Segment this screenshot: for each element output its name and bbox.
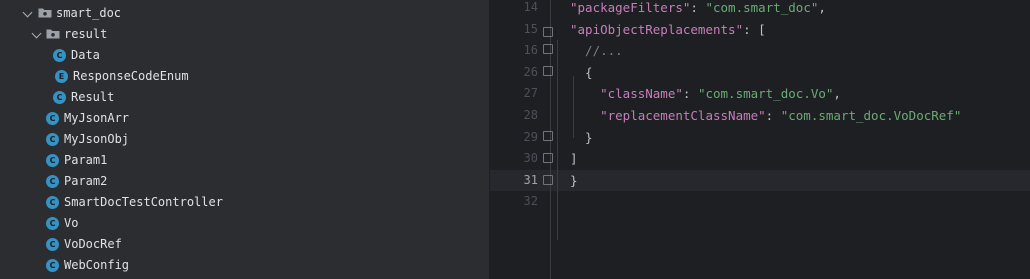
class-icon: C [53,91,66,104]
code-token: "packageFilters" [570,0,691,15]
tree-item-vodocref[interactable]: C VoDocRef [0,234,489,255]
tree-item-smart_doc[interactable]: smart_doc [0,3,489,24]
code-line[interactable]: } [570,170,578,191]
tree-item-label: Result [71,90,115,104]
line-number: 15 [523,22,538,36]
code-token: "com.smart_doc" [705,0,819,15]
fold-marker-icon[interactable] [543,175,553,185]
line-number: 14 [523,0,538,14]
tree-item-responsecodeenum[interactable]: E ResponseCodeEnum [0,66,489,87]
fold-marker-icon[interactable] [543,153,553,163]
code-token: "apiObjectReplacements" [570,22,744,37]
class-icon: C [46,238,59,251]
class-icon: C [46,217,59,230]
tree-item-label: ResponseCodeEnum [73,69,189,83]
code-token: , [818,0,826,15]
class-icon: C [46,112,59,125]
enum-icon: E [55,70,68,83]
code-line[interactable]: "replacementClassName": "com.smart_doc.V… [570,105,961,126]
line-number: 26 [523,65,538,79]
package-folder-icon [46,29,60,39]
indent-guide [573,76,574,138]
tree-item-label: Param2 [64,174,108,188]
fold-marker-icon[interactable] [543,44,553,54]
fold-marker-icon[interactable] [543,131,553,141]
code-token: } [570,173,578,188]
code-line[interactable]: "apiObjectReplacements": [ [570,19,766,40]
class-icon: C [46,259,59,272]
class-icon: C [46,133,59,146]
code-line[interactable]: //... [570,40,623,61]
line-number: 32 [523,194,538,208]
tree-item-label: Param1 [64,153,108,167]
tree-item-vo[interactable]: C Vo [0,213,489,234]
code-line[interactable]: ] [570,148,578,169]
indent-guide [557,40,558,240]
code-token: "className" [570,86,683,101]
line-number: 27 [523,86,538,100]
code-token: "com.smart_doc.VoDocRef" [780,108,962,123]
tree-item-label: MyJsonArr [64,111,130,125]
tree-item-label: Data [71,48,100,62]
fold-marker-icon[interactable] [543,66,553,76]
tree-item-data[interactable]: C Data [0,45,489,66]
project-tool-window: smart_doc result C Data E ResponseCodeEnum C Re… [0,0,489,279]
chevron-down-icon[interactable] [22,7,33,18]
code-line[interactable]: "className": "com.smart_doc.Vo", [570,83,841,104]
tree-item-webconfig[interactable]: C WebConfig [0,255,489,276]
line-number: 28 [523,108,538,122]
tree-item-label: SmartDocTestController [64,195,223,209]
class-icon: C [46,196,59,209]
ide-window: smart_doc result C Data E ResponseCodeEnum C Re… [0,0,1030,279]
tree-item-label: result [64,27,108,41]
tree-item-param2[interactable]: C Param2 [0,171,489,192]
code-token: : [690,0,706,15]
tree-item-smartdoctestcontroller[interactable]: C SmartDocTestController [0,192,489,213]
class-icon: C [46,154,59,167]
code-token: : [ [743,22,766,37]
fold-marker-icon[interactable] [543,27,553,37]
line-number: 29 [523,130,538,144]
code-line[interactable]: "packageFilters": "com.smart_doc", [570,0,826,18]
tree-item-label: VoDocRef [64,237,122,251]
code-token: : [765,108,781,123]
tree-item-label: smart_doc [56,6,122,20]
code-token: : [682,86,698,101]
tree-item-label: WebConfig [64,258,130,272]
code-token: ] [570,151,578,166]
code-token: "com.smart_doc.Vo" [697,86,834,101]
tree-item-label: Vo [64,216,79,230]
tree-item-myjsonarr[interactable]: C MyJsonArr [0,108,489,129]
class-icon: C [53,49,66,62]
line-number: 16 [523,43,538,57]
tree-item-myjsonobj[interactable]: C MyJsonObj [0,129,489,150]
line-number: 31 [523,173,538,187]
tree-item-param1[interactable]: C Param1 [0,150,489,171]
line-number: 30 [523,151,538,165]
tree-item-label: MyJsonObj [64,132,130,146]
code-token: , [833,86,841,101]
tree-item-result[interactable]: C Result [0,87,489,108]
code-token: //... [570,43,623,58]
tree-item-result[interactable]: result [0,24,489,45]
class-icon: C [46,175,59,188]
package-folder-icon [38,8,52,18]
chevron-down-icon[interactable] [31,28,42,39]
code-token: "replacementClassName" [570,108,766,123]
code-editor[interactable]: 14 "packageFilters": "com.smart_doc", 15 "a… [490,0,1030,279]
